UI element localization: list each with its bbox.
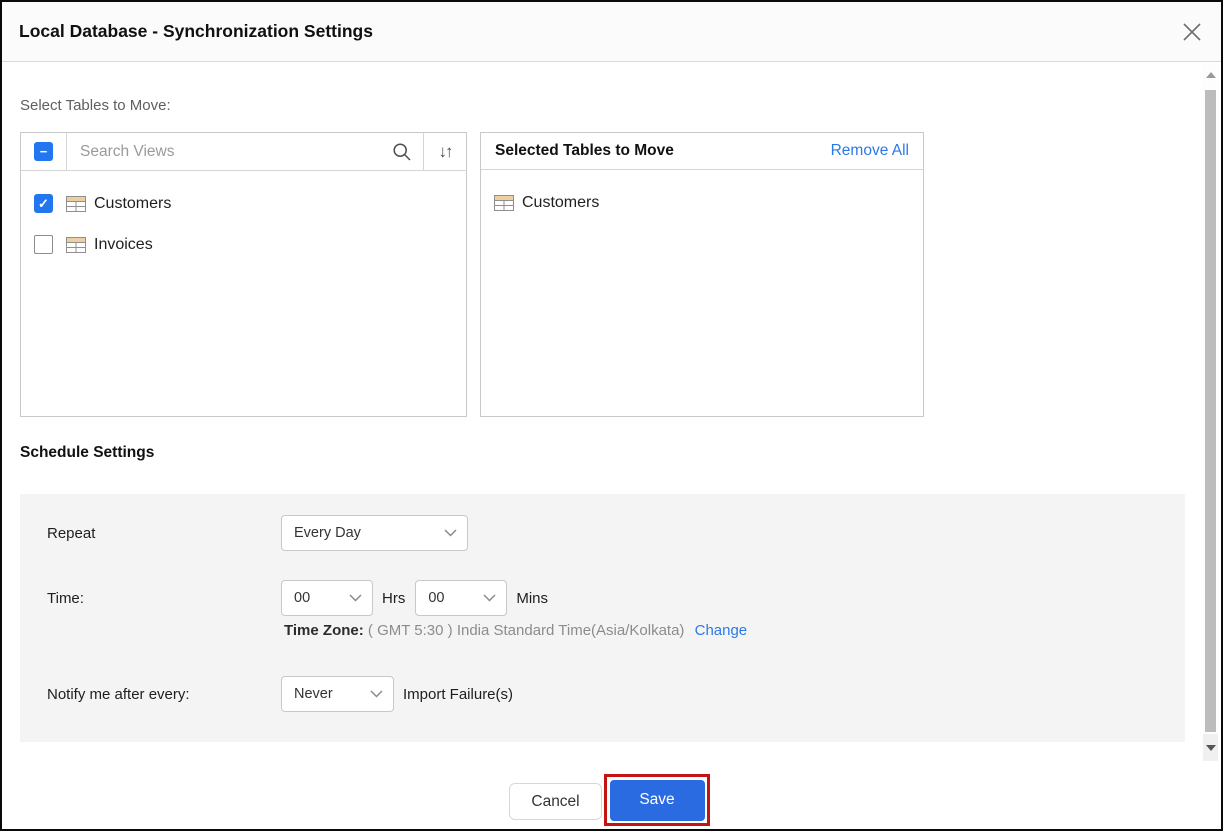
indeterminate-icon: − bbox=[40, 145, 48, 158]
chevron-down-icon bbox=[349, 594, 362, 602]
selected-item-label: Customers bbox=[522, 194, 599, 212]
notify-value: Never bbox=[294, 686, 364, 702]
minutes-unit-label: Mins bbox=[516, 590, 548, 607]
time-row: Time: 00 Hrs 00 Mins bbox=[47, 580, 1165, 616]
save-button[interactable]: Save bbox=[610, 780, 705, 821]
scroll-down-icon bbox=[1206, 745, 1216, 751]
available-panel-header: − ↓↑ bbox=[21, 133, 466, 171]
timezone-value: ( GMT 5:30 ) India Standard Time(Asia/Ko… bbox=[368, 622, 685, 639]
available-tables-panel: − ↓↑ ✓ bbox=[20, 132, 467, 417]
scrollbar-thumb[interactable] bbox=[1205, 90, 1216, 732]
chevron-down-icon bbox=[483, 594, 496, 602]
list-item-customers[interactable]: ✓ Customers bbox=[21, 183, 466, 224]
notify-row: Notify me after every: Never Import Fail… bbox=[47, 676, 1165, 712]
remove-all-link[interactable]: Remove All bbox=[831, 142, 909, 160]
schedule-settings-heading: Schedule Settings bbox=[20, 444, 154, 462]
cancel-button[interactable]: Cancel bbox=[509, 783, 602, 820]
repeat-dropdown[interactable]: Every Day bbox=[281, 515, 468, 551]
repeat-row: Repeat Every Day bbox=[47, 515, 1165, 551]
table-icon bbox=[66, 237, 86, 253]
table-icon bbox=[494, 195, 514, 211]
sync-settings-dialog: Local Database - Synchronization Setting… bbox=[0, 0, 1223, 831]
search-icon[interactable] bbox=[381, 133, 423, 170]
search-input[interactable] bbox=[67, 143, 381, 161]
select-all-checkbox[interactable]: − bbox=[34, 142, 53, 161]
notify-suffix-label: Import Failure(s) bbox=[403, 686, 513, 703]
check-icon: ✓ bbox=[38, 197, 49, 210]
repeat-value: Every Day bbox=[294, 525, 438, 541]
selected-item-customers: Customers bbox=[481, 182, 923, 223]
selected-panel-header: Selected Tables to Move Remove All bbox=[481, 133, 923, 170]
minutes-dropdown[interactable]: 00 bbox=[415, 580, 507, 616]
table-icon bbox=[66, 196, 86, 212]
list-item-label: Invoices bbox=[94, 236, 153, 254]
scroll-down-button[interactable] bbox=[1203, 734, 1218, 761]
customers-checkbox[interactable]: ✓ bbox=[34, 194, 53, 213]
hours-dropdown[interactable]: 00 bbox=[281, 580, 373, 616]
select-all-wrap: − bbox=[21, 133, 66, 170]
selected-tables-panel: Selected Tables to Move Remove All Custo… bbox=[480, 132, 924, 417]
select-tables-label: Select Tables to Move: bbox=[20, 97, 171, 114]
hours-unit-label: Hrs bbox=[382, 590, 405, 607]
repeat-label: Repeat bbox=[47, 525, 281, 542]
list-item-invoices[interactable]: Invoices bbox=[21, 224, 466, 265]
timezone-line: Time Zone: ( GMT 5:30 ) India Standard T… bbox=[284, 622, 747, 639]
timezone-change-link[interactable]: Change bbox=[695, 622, 748, 639]
available-tables-list: ✓ Customers bbox=[21, 171, 466, 265]
hours-value: 00 bbox=[294, 590, 343, 606]
vertical-scrollbar[interactable] bbox=[1203, 64, 1218, 761]
notify-dropdown[interactable]: Never bbox=[281, 676, 394, 712]
notify-label: Notify me after every: bbox=[47, 686, 281, 703]
invoices-checkbox[interactable] bbox=[34, 235, 53, 254]
save-highlight-annotation: Save bbox=[604, 774, 710, 826]
time-label: Time: bbox=[47, 590, 281, 607]
scroll-up-icon[interactable] bbox=[1206, 72, 1216, 78]
list-item-label: Customers bbox=[94, 195, 171, 213]
chevron-down-icon bbox=[370, 690, 383, 698]
chevron-down-icon bbox=[444, 529, 457, 537]
minutes-value: 00 bbox=[428, 590, 477, 606]
sort-icon[interactable]: ↓↑ bbox=[424, 133, 466, 170]
selected-tables-list: Customers bbox=[481, 170, 923, 223]
timezone-label: Time Zone: bbox=[284, 622, 364, 639]
dialog-titlebar: Local Database - Synchronization Setting… bbox=[2, 2, 1221, 62]
selected-tables-title: Selected Tables to Move bbox=[495, 142, 831, 160]
close-icon[interactable] bbox=[1179, 19, 1205, 45]
schedule-settings-panel: Repeat Every Day Time: 00 Hrs 00 bbox=[20, 494, 1185, 742]
dialog-title: Local Database - Synchronization Setting… bbox=[19, 2, 373, 61]
